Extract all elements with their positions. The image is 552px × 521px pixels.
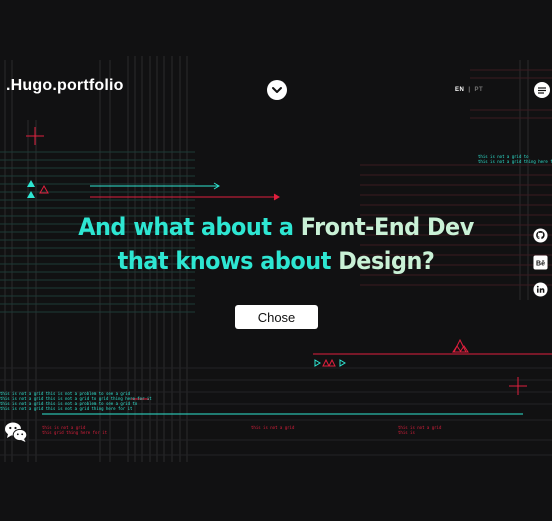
decor-note-bottom-2: this is not a grid — [251, 425, 295, 430]
chose-button[interactable]: Chose — [235, 305, 318, 329]
behance-link[interactable]: Bē — [533, 255, 548, 270]
hero-stage: .Hugo.portfolio EN | PT this is not a grid… — [0, 0, 552, 521]
headline-highlight: Design? — [338, 247, 435, 275]
wechat-icon — [5, 422, 28, 442]
headline-highlight: Front-End Dev — [300, 213, 475, 241]
headline-text: And what about a — [78, 213, 301, 241]
github-link[interactable] — [533, 228, 548, 243]
chevron-down-icon — [272, 87, 282, 93]
decor-note-bottom-1: this is not a grid this grid thing here … — [42, 425, 108, 435]
hero-headline: And what about a Front-End Dev that know… — [19, 210, 532, 278]
scroll-down-button[interactable] — [267, 80, 287, 100]
wechat-button[interactable] — [4, 421, 28, 448]
github-icon — [533, 228, 548, 243]
decor-note-bottom-3: this is not a grid this is — [398, 425, 442, 435]
lang-separator: | — [468, 87, 471, 93]
svg-text:Bē: Bē — [536, 260, 545, 267]
decor-note-top-right: this is not a grid to this is not a grid… — [478, 154, 552, 164]
headline-line-1: And what about a Front-End Dev — [19, 210, 532, 244]
menu-button[interactable] — [534, 82, 550, 98]
language-switch: EN | PT — [455, 87, 483, 93]
headline-line-2: that knows about Design? — [19, 244, 532, 278]
decor-note-left: this is not a grid this is not a problem… — [0, 391, 152, 411]
site-logo[interactable]: .Hugo.portfolio — [6, 77, 124, 95]
behance-icon: Bē — [533, 255, 548, 270]
headline-text: that knows about — [117, 247, 339, 275]
lang-en[interactable]: EN — [455, 87, 464, 93]
linkedin-link[interactable] — [533, 282, 548, 297]
linkedin-icon — [533, 282, 548, 297]
lang-pt[interactable]: PT — [475, 87, 484, 93]
hamburger-icon — [538, 87, 546, 94]
